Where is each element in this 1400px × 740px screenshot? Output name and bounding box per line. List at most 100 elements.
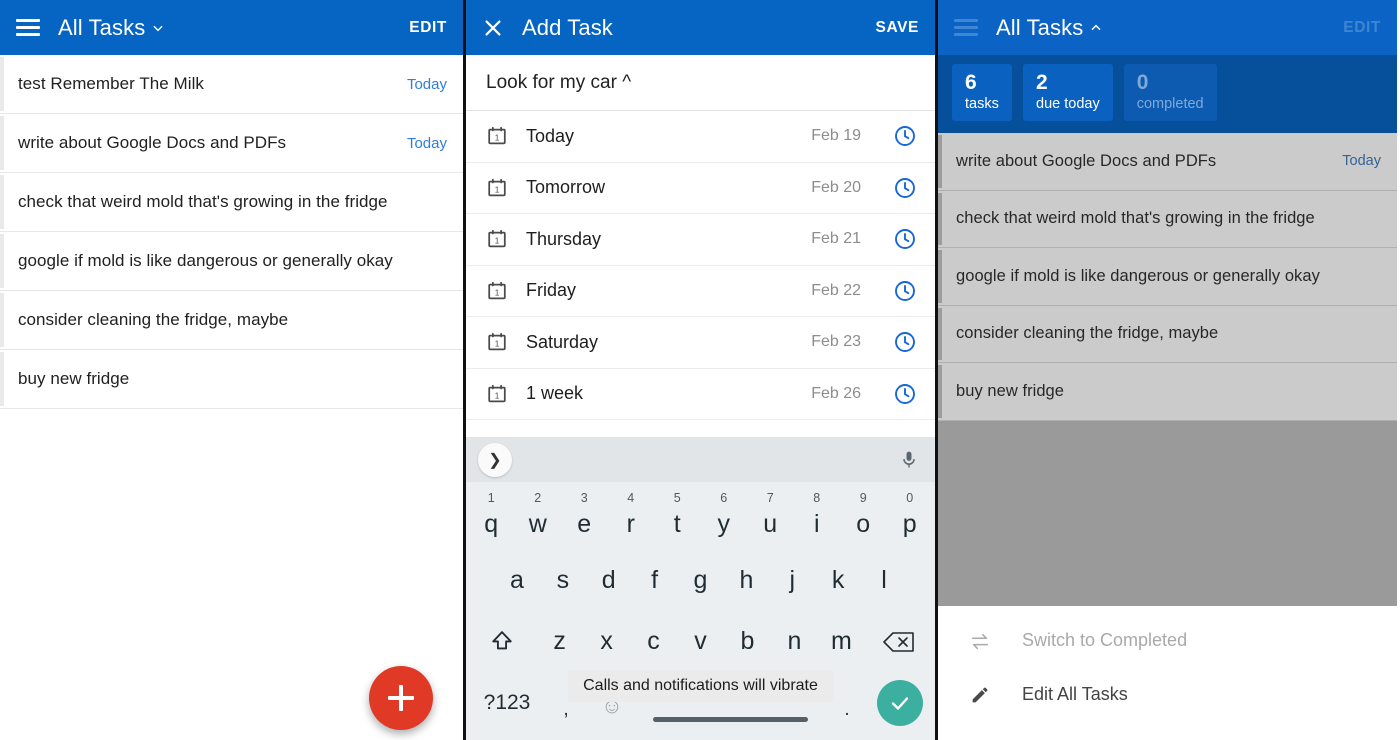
list-item[interactable]: 1 Thursday Feb 21 bbox=[466, 214, 935, 266]
keyboard-row-1: 1q 2w 3e 4r 5t 6y 7u 8i 9o 0p bbox=[466, 489, 935, 550]
table-row[interactable]: write about Google Docs and PDFs Today bbox=[0, 114, 463, 173]
enter-key[interactable] bbox=[869, 680, 931, 726]
date-value: Feb 22 bbox=[811, 281, 861, 299]
table-row[interactable]: test Remember The Milk Today bbox=[0, 55, 463, 114]
key-j[interactable]: j bbox=[769, 550, 815, 611]
key-char: i bbox=[813, 509, 820, 538]
key-char: q bbox=[484, 509, 499, 538]
key-s[interactable]: s bbox=[540, 550, 586, 611]
menu-item-cancel[interactable]: Cancel bbox=[938, 722, 1397, 740]
stat-number: 0 bbox=[1136, 71, 1149, 94]
table-row[interactable]: google if mold is like dangerous or gene… bbox=[0, 232, 463, 291]
list-item[interactable]: 1 Friday Feb 22 bbox=[466, 265, 935, 317]
clock-icon[interactable] bbox=[893, 382, 917, 406]
shift-key[interactable] bbox=[468, 611, 536, 672]
key-i[interactable]: 8i bbox=[794, 489, 841, 550]
key-q[interactable]: 1q bbox=[468, 489, 515, 550]
stat-number: 6 bbox=[965, 71, 977, 94]
table-row[interactable]: check that weird mold that's growing in … bbox=[0, 173, 463, 232]
close-icon[interactable] bbox=[482, 17, 504, 39]
date-label: Friday bbox=[526, 280, 577, 301]
key-r[interactable]: 4r bbox=[608, 489, 655, 550]
add-task-fab[interactable] bbox=[369, 666, 433, 730]
panel-all-tasks-menu: All Tasks EDIT 6 tasks 2 due today 0 com… bbox=[938, 0, 1397, 740]
date-label: Thursday bbox=[526, 228, 602, 249]
page-title-c-label: All Tasks bbox=[996, 14, 1084, 40]
svg-text:1: 1 bbox=[495, 340, 500, 349]
task-list-c: write about Google Docs and PDFs Today ch… bbox=[938, 133, 1397, 606]
clock-icon[interactable] bbox=[893, 227, 917, 251]
edit-button-a[interactable]: EDIT bbox=[409, 19, 447, 37]
clock-icon[interactable] bbox=[893, 279, 917, 303]
key-e[interactable]: 3e bbox=[561, 489, 608, 550]
list-item[interactable]: 1 1 week Feb 26 bbox=[466, 368, 935, 420]
edit-button-c[interactable]: EDIT bbox=[1343, 19, 1381, 37]
key-l[interactable]: l bbox=[861, 550, 907, 611]
calendar-icon: 1 bbox=[488, 281, 506, 299]
clock-icon[interactable] bbox=[893, 124, 917, 148]
status-badge-completed: 0 completed bbox=[1123, 64, 1217, 122]
app-bar-a: All Tasks EDIT bbox=[0, 0, 463, 55]
key-v[interactable]: v bbox=[677, 611, 724, 672]
key-w[interactable]: 2w bbox=[515, 489, 562, 550]
list-item[interactable]: 1 Tomorrow Feb 20 bbox=[466, 162, 935, 214]
date-label: Tomorrow bbox=[526, 177, 606, 198]
hamburger-icon[interactable] bbox=[16, 14, 40, 40]
key-char: g bbox=[693, 566, 708, 594]
key-x[interactable]: x bbox=[583, 611, 630, 672]
key-h[interactable]: h bbox=[723, 550, 769, 611]
key-p[interactable]: 0p bbox=[887, 489, 934, 550]
microphone-icon[interactable] bbox=[899, 448, 919, 472]
key-number: 2 bbox=[534, 491, 542, 505]
table-row[interactable]: consider cleaning the fridge, maybe bbox=[0, 291, 463, 350]
clock-icon[interactable] bbox=[893, 176, 917, 200]
key-y[interactable]: 6y bbox=[701, 489, 748, 550]
date-label: Saturday bbox=[526, 331, 599, 352]
backspace-key[interactable] bbox=[865, 611, 933, 672]
key-k[interactable]: k bbox=[815, 550, 861, 611]
key-char: k bbox=[831, 566, 845, 594]
table-row: buy new fridge bbox=[938, 363, 1397, 421]
page-title-b-label: Add Task bbox=[522, 14, 613, 40]
chevron-up-icon bbox=[1091, 24, 1101, 30]
key-c[interactable]: c bbox=[630, 611, 677, 672]
chevron-right-icon[interactable]: ❯ bbox=[478, 442, 512, 477]
clock-icon[interactable] bbox=[893, 330, 917, 354]
page-title-a[interactable]: All Tasks bbox=[58, 15, 165, 41]
key-t[interactable]: 5t bbox=[654, 489, 701, 550]
menu-item-edit-all-tasks[interactable]: Edit All Tasks bbox=[938, 668, 1397, 722]
key-m[interactable]: m bbox=[818, 611, 865, 672]
space-bar bbox=[653, 717, 808, 722]
menu-item-switch-to-completed[interactable]: Switch to Completed bbox=[938, 614, 1397, 668]
key-n[interactable]: n bbox=[771, 611, 818, 672]
date-value: Feb 21 bbox=[811, 230, 861, 248]
symbols-key[interactable]: ?123 bbox=[470, 691, 544, 715]
task-title: write about Google Docs and PDFs bbox=[18, 133, 287, 152]
svg-text:1: 1 bbox=[495, 185, 500, 194]
key-z[interactable]: z bbox=[536, 611, 583, 672]
key-o[interactable]: 9o bbox=[840, 489, 887, 550]
key-char: p bbox=[902, 509, 917, 538]
key-u[interactable]: 7u bbox=[747, 489, 794, 550]
key-f[interactable]: f bbox=[632, 550, 678, 611]
key-number: 5 bbox=[673, 491, 681, 505]
page-title-a-label: All Tasks bbox=[58, 14, 146, 40]
table-row[interactable]: buy new fridge bbox=[0, 350, 463, 409]
page-title-c[interactable]: All Tasks bbox=[996, 15, 1103, 41]
chevron-down-icon bbox=[153, 25, 163, 31]
key-d[interactable]: d bbox=[586, 550, 632, 611]
hamburger-icon[interactable] bbox=[954, 14, 978, 40]
list-item[interactable]: 1 Today Feb 19 bbox=[466, 111, 935, 163]
task-list-a: test Remember The Milk Today write about … bbox=[0, 55, 463, 409]
key-char: z bbox=[553, 627, 566, 655]
key-b[interactable]: b bbox=[724, 611, 771, 672]
key-g[interactable]: g bbox=[678, 550, 724, 611]
list-item[interactable]: 1 Saturday Feb 23 bbox=[466, 317, 935, 369]
save-button[interactable]: SAVE bbox=[876, 19, 919, 37]
task-title: google if mold is like dangerous or gene… bbox=[956, 266, 1320, 285]
stat-number: 2 bbox=[1036, 71, 1048, 94]
task-name-input[interactable]: Look for my car ^ bbox=[466, 55, 935, 111]
plus-icon bbox=[388, 685, 414, 711]
key-number: 9 bbox=[859, 491, 867, 505]
key-a[interactable]: a bbox=[494, 550, 540, 611]
